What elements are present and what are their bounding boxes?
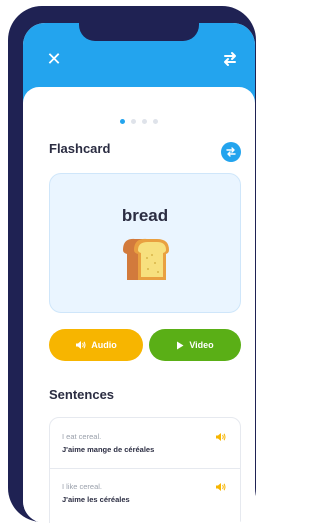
bread-icon xyxy=(123,238,169,280)
page-dot[interactable] xyxy=(142,119,147,124)
swap-arrows-icon[interactable] xyxy=(220,49,240,69)
sentences-list: I eat cereal. J'aime mange de céréales I… xyxy=(49,417,241,523)
refresh-button[interactable] xyxy=(221,142,241,162)
close-icon[interactable]: ✕ xyxy=(43,48,65,70)
sentences-title: Sentences xyxy=(49,387,115,402)
page-dot-active[interactable] xyxy=(120,119,125,124)
page-dot[interactable] xyxy=(153,119,158,124)
swap-arrows-icon xyxy=(226,147,236,157)
phone-notch xyxy=(79,23,199,41)
video-button-label: Video xyxy=(189,340,214,350)
list-item[interactable]: I eat cereal. J'aime mange de céréales xyxy=(50,418,240,469)
flashcard-card[interactable]: bread xyxy=(49,173,241,313)
flashcard-title: Flashcard xyxy=(49,141,111,156)
play-icon xyxy=(177,341,184,349)
list-item[interactable]: I like cereal. J'aime les céréales xyxy=(50,468,240,518)
sentence-french: J'aime mange de céréales xyxy=(62,445,155,454)
sentence-french: J'aime les céréales xyxy=(62,495,130,504)
sentence-english: I like cereal. xyxy=(62,482,103,491)
pagination-dots xyxy=(23,119,255,127)
page-dot[interactable] xyxy=(131,119,136,124)
speaker-icon[interactable] xyxy=(215,482,226,492)
content-panel: Flashcard bread Audio Video Sentences I … xyxy=(23,87,255,523)
speaker-icon xyxy=(76,341,86,349)
audio-button[interactable]: Audio xyxy=(49,329,143,361)
audio-button-label: Audio xyxy=(91,340,117,350)
flashcard-word: bread xyxy=(121,206,169,225)
speaker-icon[interactable] xyxy=(215,432,226,442)
video-button[interactable]: Video xyxy=(149,329,241,361)
phone-frame: ✕ Flashcard bread Audio Video Sentences … xyxy=(8,6,256,523)
app-screen: ✕ Flashcard bread Audio Video Sentences … xyxy=(23,23,255,523)
sentence-english: I eat cereal. xyxy=(62,432,102,441)
